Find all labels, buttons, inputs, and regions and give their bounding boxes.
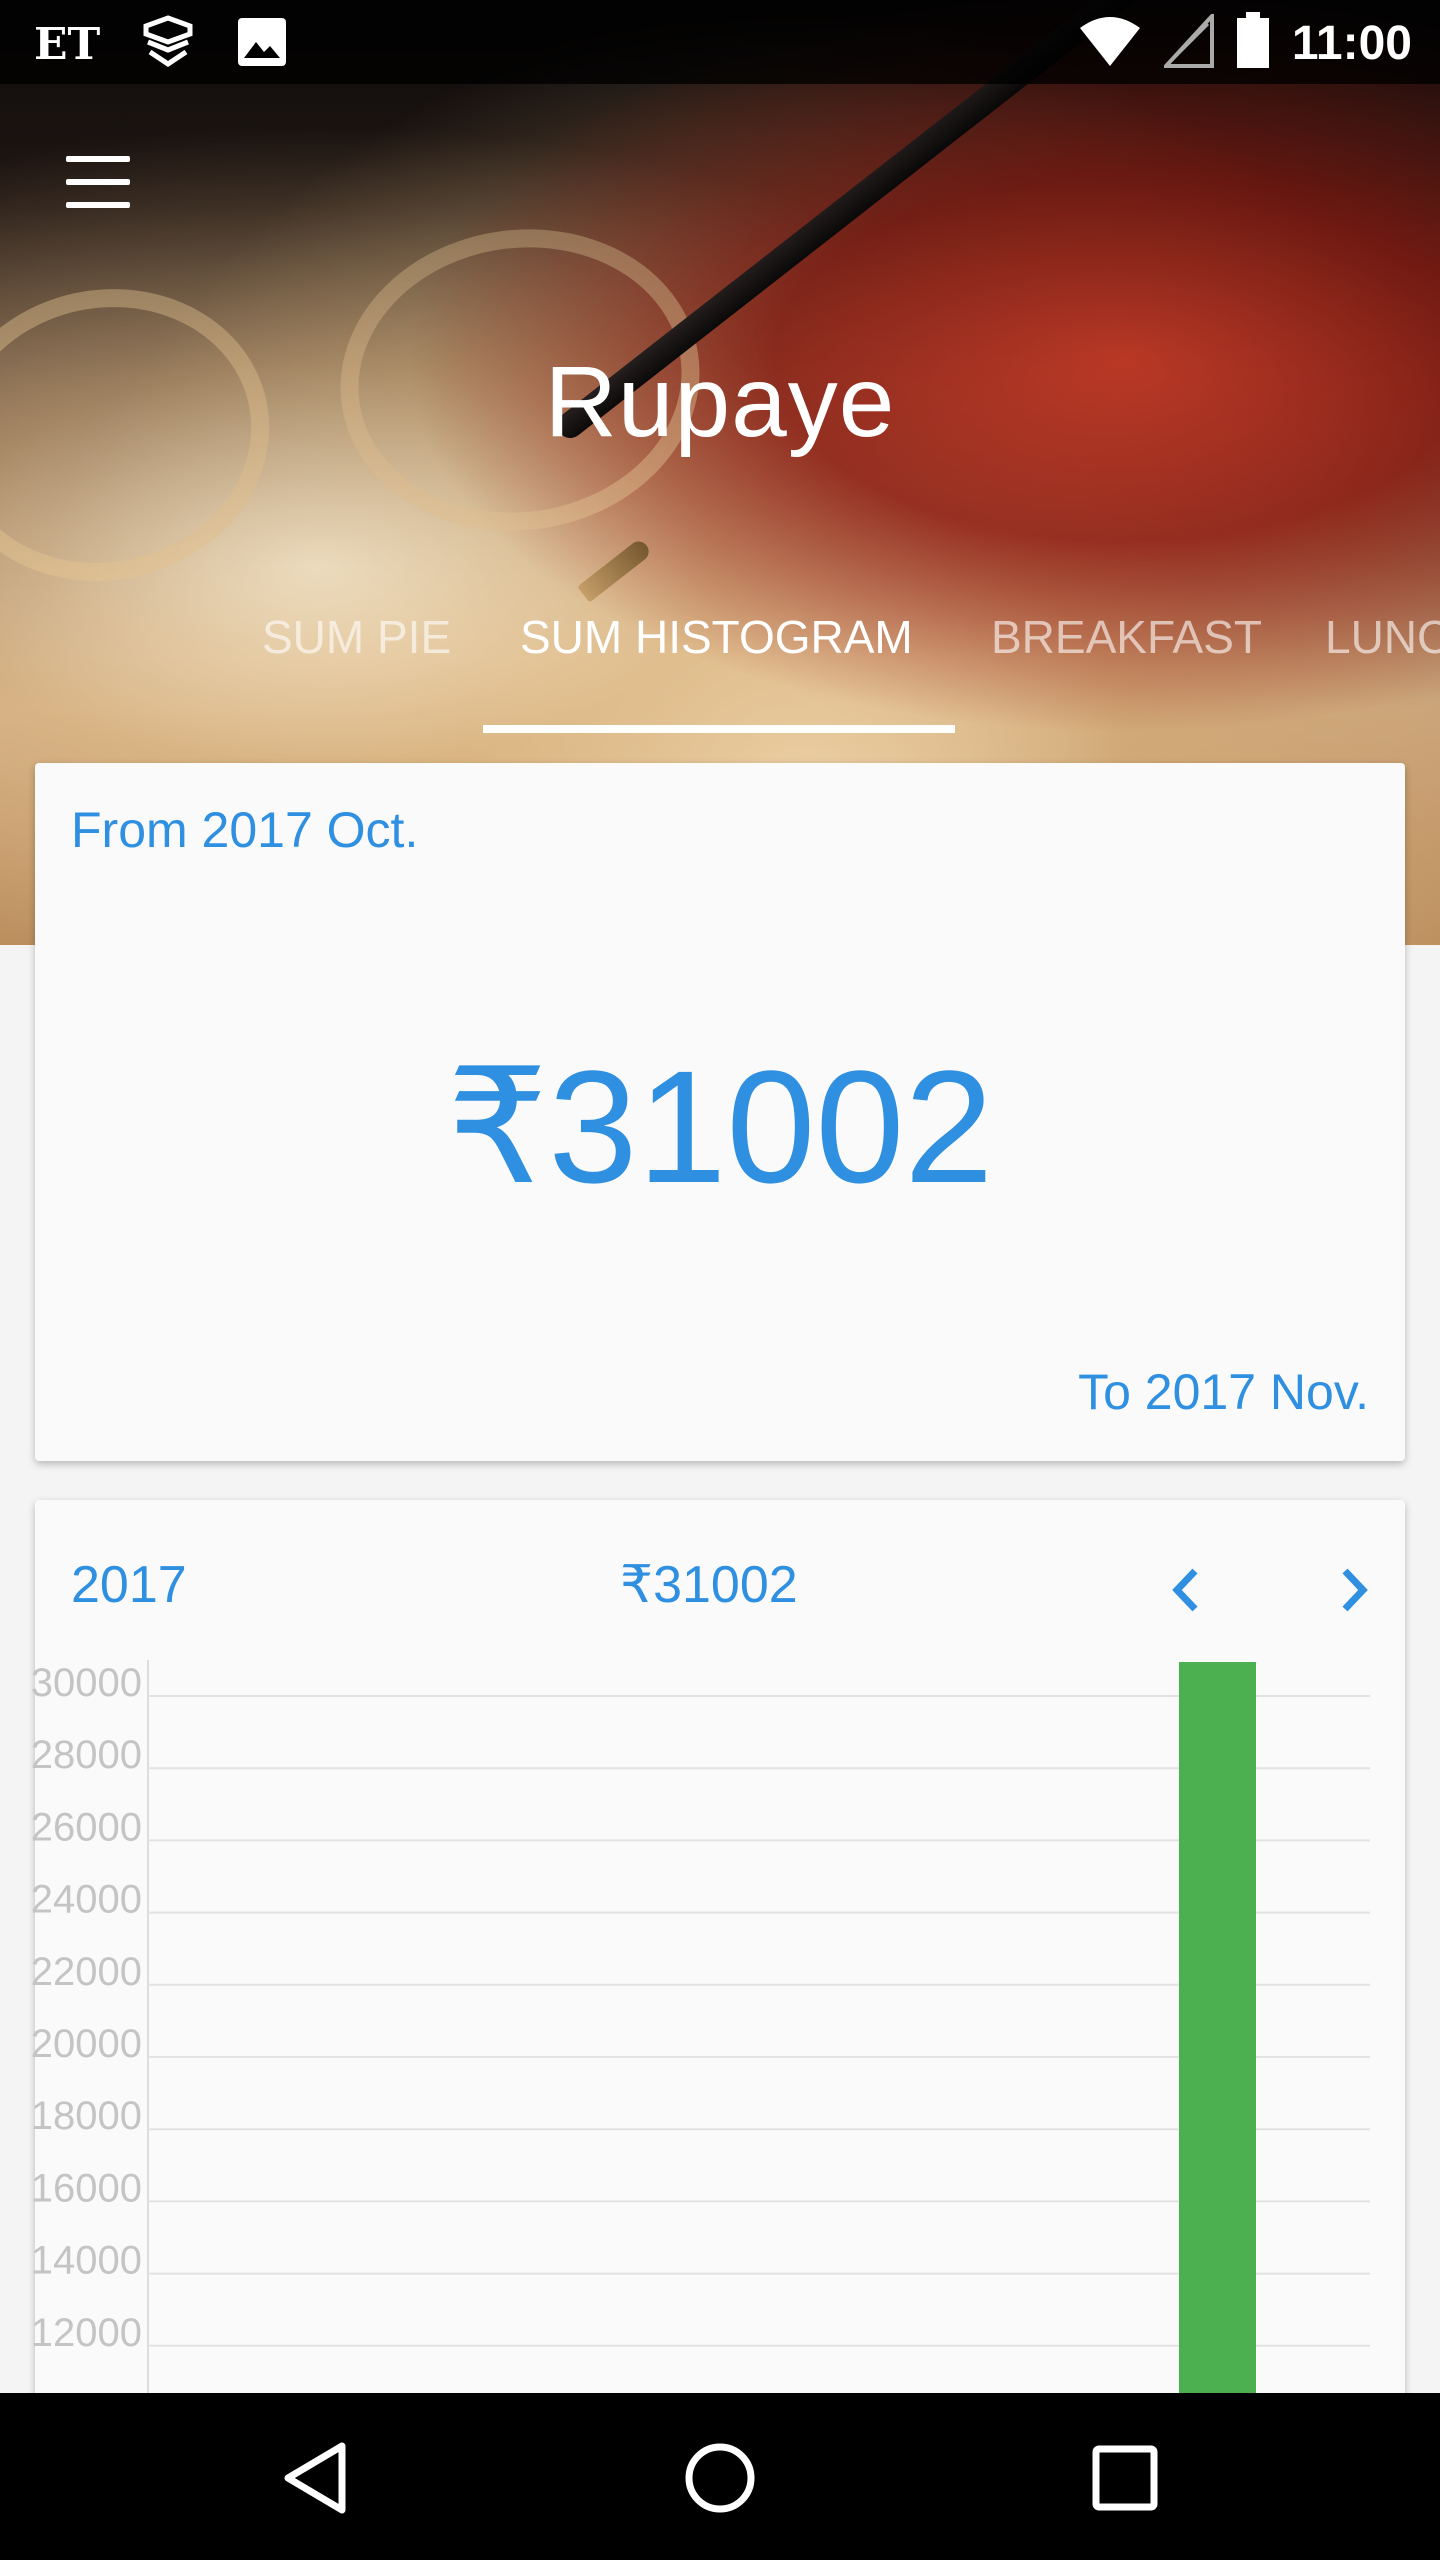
tab-sum-histogram[interactable]: SUM HISTOGRAM [520,610,913,664]
image-icon [236,16,288,72]
y-tick-label: 20000 [31,2022,142,2066]
y-tick-label: 24000 [31,1878,142,1922]
tab-breakfast[interactable]: BREAKFAST [991,610,1262,664]
status-bar: ET 11:00 [0,0,1440,84]
shield-app-icon [140,14,196,74]
back-button[interactable] [270,2433,360,2523]
tab-bar: SUM PIE SUM HISTOGRAM BREAKFAST LUNC [0,610,1440,730]
chevron-right-icon [1342,1568,1368,1612]
next-year-button[interactable] [1315,1550,1395,1630]
home-circle-icon [685,2443,755,2513]
screen: ET 11:00 Rupaye SUM PIE SUM HISTOGRAM BR… [0,0,1440,2560]
previous-year-button[interactable] [1145,1550,1225,1630]
recents-square-icon [1092,2445,1158,2511]
summary-card: From 2017 Oct. ₹31002 To 2017 Nov. [35,763,1405,1461]
tab-sum-pie[interactable]: SUM PIE [262,610,451,664]
y-tick-label: 14000 [31,2239,142,2283]
hamburger-menu-icon[interactable] [56,150,140,214]
y-tick-label: 22000 [31,1950,142,1994]
year-label: 2017 [71,1556,187,1614]
year-sum-label: ₹31002 [620,1556,798,1614]
recents-button[interactable] [1080,2433,1170,2523]
carrier-label: ET [34,18,101,70]
system-navigation-bar [0,2393,1440,2560]
home-button[interactable] [675,2433,765,2523]
y-tick-label: 16000 [31,2166,142,2210]
to-date-label[interactable]: To 2017 Nov. [1078,1363,1369,1421]
active-tab-indicator [483,725,955,733]
app-title: Rupaye [544,346,896,458]
y-tick-label: 12000 [31,2311,142,2355]
total-amount: ₹31002 [446,1037,994,1216]
tab-lunch[interactable]: LUNC [1325,610,1440,664]
y-tick-label: 30000 [31,1661,142,1705]
clock: 11:00 [1291,16,1412,70]
from-date-label[interactable]: From 2017 Oct. [71,801,418,859]
y-tick-label: 26000 [31,1805,142,1849]
y-tick-label: 28000 [31,1733,142,1777]
signal-icon [1161,10,1214,72]
battery-icon [1236,12,1270,74]
wifi-icon [1078,14,1142,72]
back-triangle-icon [284,2442,346,2514]
y-tick-label: 18000 [31,2094,142,2138]
chevron-left-icon [1172,1568,1198,1612]
